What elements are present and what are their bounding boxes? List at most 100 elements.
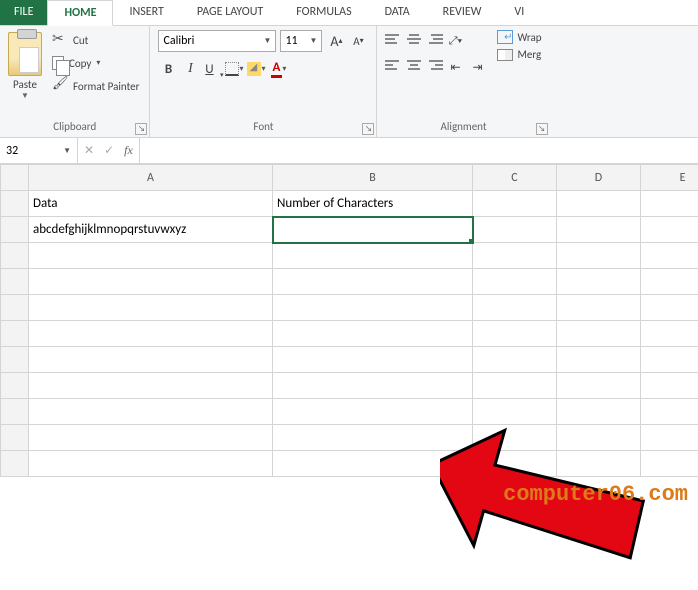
row-header[interactable] — [1, 451, 29, 477]
formula-input[interactable] — [140, 138, 698, 163]
align-bottom-button[interactable] — [425, 30, 443, 48]
cell-selected[interactable] — [273, 217, 473, 243]
font-launcher[interactable]: ↘ — [362, 123, 374, 135]
cell[interactable] — [473, 243, 557, 269]
col-header-A[interactable]: A — [29, 165, 273, 191]
fill-color-button[interactable]: ▾ — [246, 58, 266, 80]
tab-page-layout[interactable]: PAGE LAYOUT — [181, 0, 280, 25]
select-all-corner[interactable] — [1, 165, 29, 191]
row-header[interactable] — [1, 269, 29, 295]
tab-formulas[interactable]: FORMULAS — [280, 0, 368, 25]
cell[interactable] — [273, 321, 473, 347]
row-header[interactable] — [1, 295, 29, 321]
cell[interactable] — [273, 347, 473, 373]
cell[interactable] — [473, 295, 557, 321]
cell[interactable] — [29, 269, 273, 295]
cell[interactable] — [557, 243, 641, 269]
align-right-button[interactable] — [425, 56, 443, 74]
format-painter-button[interactable]: Format Painter — [50, 76, 141, 96]
border-button[interactable]: ▾ — [224, 58, 244, 80]
cell[interactable]: Data — [29, 191, 273, 217]
row-header[interactable] — [1, 373, 29, 399]
row-header[interactable] — [1, 347, 29, 373]
cell[interactable] — [641, 347, 698, 373]
clipboard-launcher[interactable]: ↘ — [135, 123, 147, 135]
cell[interactable] — [473, 373, 557, 399]
cut-button[interactable]: Cut — [50, 30, 141, 50]
tab-home[interactable]: HOME — [47, 0, 113, 26]
row-header[interactable] — [1, 243, 29, 269]
cell[interactable] — [641, 295, 698, 321]
chevron-down-icon[interactable]: ▼ — [21, 91, 29, 101]
name-box[interactable]: 32 ▼ — [0, 138, 78, 163]
cell[interactable] — [473, 321, 557, 347]
row-header[interactable] — [1, 321, 29, 347]
cell[interactable] — [473, 347, 557, 373]
col-header-B[interactable]: B — [273, 165, 473, 191]
row-header[interactable] — [1, 217, 29, 243]
cell[interactable] — [29, 243, 273, 269]
cell[interactable] — [29, 425, 273, 451]
row-header[interactable] — [1, 399, 29, 425]
col-header-E[interactable]: E — [641, 165, 698, 191]
tab-review[interactable]: REVIEW — [427, 0, 499, 25]
bold-button[interactable]: B — [158, 58, 178, 80]
cell[interactable] — [29, 399, 273, 425]
insert-function-button[interactable]: fx — [124, 143, 133, 158]
cell[interactable] — [273, 425, 473, 451]
font-color-button[interactable]: A▾ — [268, 58, 288, 80]
orientation-button[interactable]: ⤢▾ — [445, 30, 465, 52]
cell[interactable] — [273, 269, 473, 295]
col-header-C[interactable]: C — [473, 165, 557, 191]
cell[interactable] — [557, 451, 641, 477]
cell[interactable]: abcdefghijklmnopqrstuvwxyz — [29, 217, 273, 243]
alignment-launcher[interactable]: ↘ — [536, 123, 548, 135]
cell[interactable] — [641, 191, 698, 217]
cell[interactable] — [473, 399, 557, 425]
cell[interactable] — [557, 425, 641, 451]
cell[interactable] — [273, 399, 473, 425]
cell[interactable] — [473, 425, 557, 451]
cell[interactable] — [641, 373, 698, 399]
cell[interactable] — [641, 217, 698, 243]
cell[interactable] — [473, 191, 557, 217]
cell[interactable] — [557, 295, 641, 321]
cell[interactable] — [641, 321, 698, 347]
increase-indent-button[interactable]: ⇥ — [467, 56, 487, 78]
cell[interactable] — [473, 269, 557, 295]
tab-data[interactable]: DATA — [369, 0, 427, 25]
cell[interactable] — [473, 451, 557, 477]
row-header[interactable] — [1, 191, 29, 217]
cell[interactable] — [557, 321, 641, 347]
cell[interactable] — [273, 373, 473, 399]
col-header-D[interactable]: D — [557, 165, 641, 191]
cell[interactable] — [557, 269, 641, 295]
cell[interactable]: Number of Characters — [273, 191, 473, 217]
cell[interactable] — [557, 373, 641, 399]
cell[interactable] — [641, 399, 698, 425]
cell[interactable] — [557, 191, 641, 217]
paste-button[interactable]: Paste ▼ — [8, 30, 42, 118]
cell[interactable] — [273, 451, 473, 477]
cell[interactable] — [641, 243, 698, 269]
copy-button[interactable]: Copy ▾ — [50, 54, 141, 72]
font-size-select[interactable]: 11 ▼ — [280, 30, 322, 52]
align-left-button[interactable] — [385, 56, 403, 74]
cell[interactable] — [641, 451, 698, 477]
cell[interactable] — [273, 243, 473, 269]
cancel-formula-button[interactable]: ✕ — [84, 143, 94, 158]
italic-button[interactable]: I — [180, 58, 200, 80]
decrease-indent-button[interactable]: ⇤ — [445, 56, 465, 78]
font-name-select[interactable]: Calibri ▼ — [158, 30, 276, 52]
merge-center-button[interactable]: Merg — [497, 48, 541, 61]
decrease-font-button[interactable]: A▾ — [348, 30, 368, 52]
wrap-text-button[interactable]: Wrap — [497, 30, 541, 44]
tab-file[interactable]: FILE — [0, 0, 47, 25]
increase-font-button[interactable]: A▴ — [326, 30, 346, 52]
row-header[interactable] — [1, 425, 29, 451]
cell[interactable] — [641, 269, 698, 295]
underline-button[interactable]: U — [202, 58, 222, 80]
cell[interactable] — [557, 399, 641, 425]
align-center-button[interactable] — [405, 56, 423, 74]
cell[interactable] — [29, 347, 273, 373]
